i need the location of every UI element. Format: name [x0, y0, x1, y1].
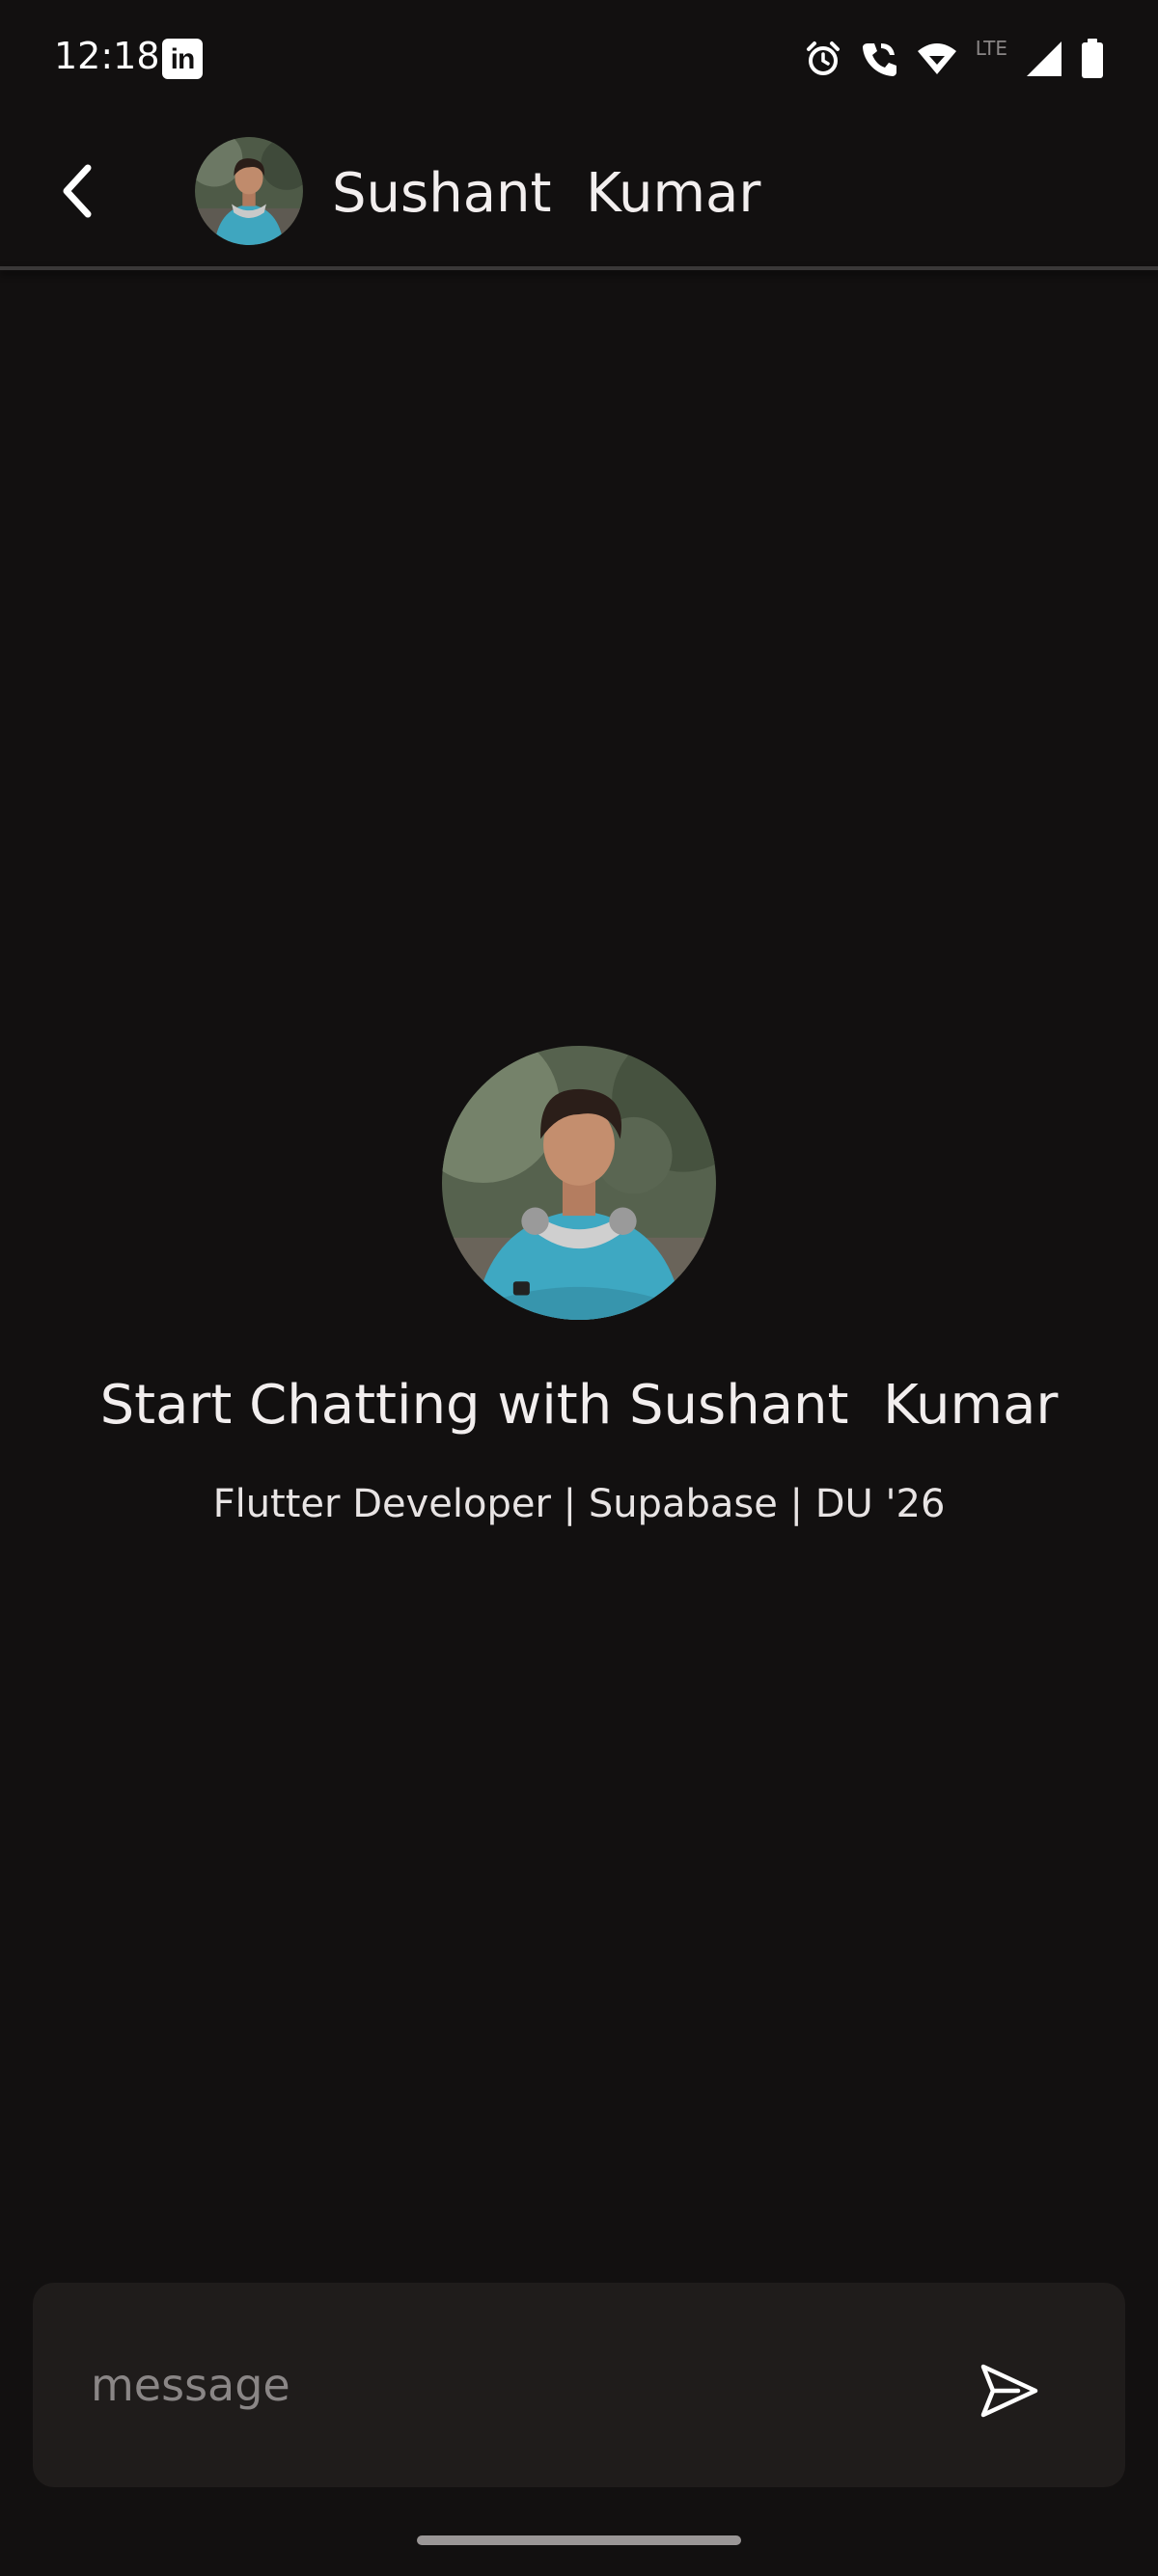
app-bar: Sushant Kumar [0, 116, 1158, 266]
message-input[interactable] [91, 2337, 921, 2433]
contact-avatar [442, 1046, 716, 1320]
network-type-label: LTE [975, 37, 1007, 60]
status-time: 12:18 [54, 35, 160, 77]
chat-screen: 12:18 in LTE Sushant Kumar Start Chattin… [0, 0, 1158, 2576]
wifi-calling-icon [860, 40, 898, 78]
send-button[interactable] [963, 2344, 1056, 2437]
home-indicator[interactable] [417, 2535, 741, 2545]
start-chatting-title: Start Chatting with Sushant Kumar [99, 1374, 1059, 1437]
wifi-icon [916, 40, 958, 78]
message-composer [33, 2283, 1125, 2487]
send-icon [980, 2364, 1038, 2418]
back-arrow-icon [63, 164, 92, 218]
app-bar-divider [0, 266, 1158, 270]
back-button[interactable] [46, 152, 106, 230]
contact-bio: Flutter Developer | Supabase | DU '26 [212, 1482, 946, 1526]
signal-icon [1025, 40, 1063, 78]
battery-icon [1081, 39, 1104, 79]
alarm-icon [804, 40, 842, 78]
status-bar: 12:18 in LTE [0, 0, 1158, 116]
linkedin-icon: in [162, 39, 203, 79]
status-icons: LTE [804, 35, 1104, 83]
contact-name[interactable]: Sushant Kumar [332, 162, 760, 225]
header-avatar[interactable] [195, 137, 303, 245]
